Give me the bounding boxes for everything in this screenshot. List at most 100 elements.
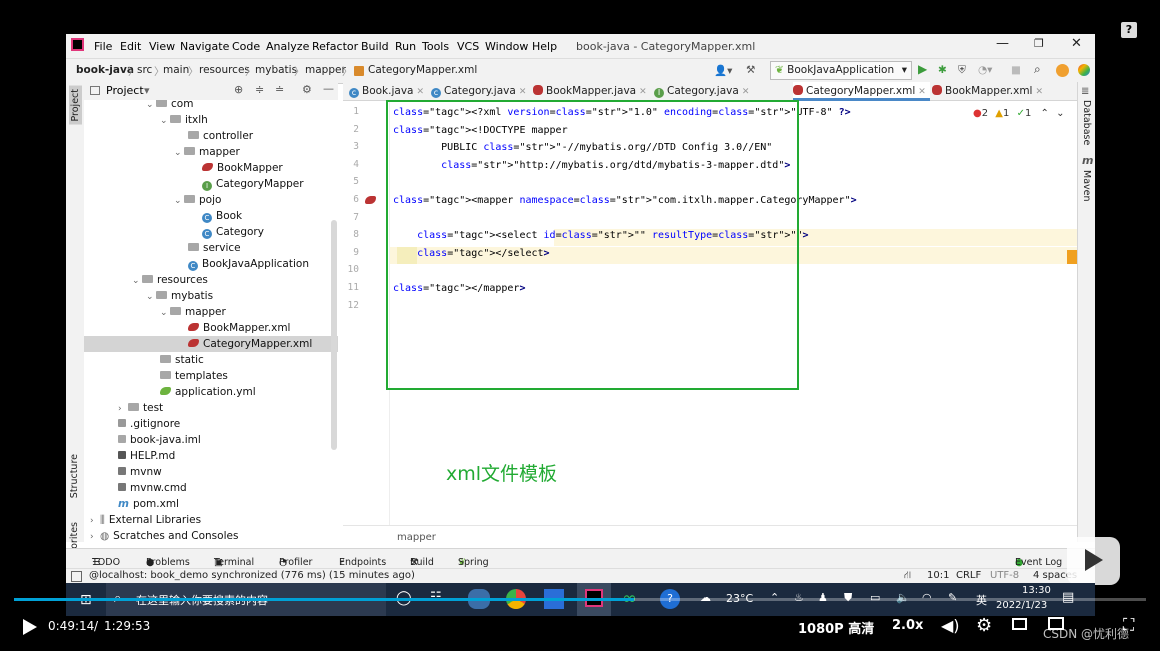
gear-icon[interactable]: ⚙ — [302, 83, 312, 96]
tab-bookmapper-java[interactable]: BookMapper.java ✕ — [533, 82, 647, 100]
menu-vcs[interactable]: VCS — [457, 40, 479, 53]
status-message[interactable]: @localhost: book_demo synchronized (776 … — [89, 570, 415, 581]
line-separator[interactable]: CRLF — [956, 570, 981, 581]
tree-item-pojo[interactable]: ⌄ pojo — [174, 192, 221, 208]
tree-item-bookmapper[interactable]: BookMapper — [202, 160, 283, 176]
menu-help[interactable]: Help — [532, 40, 557, 53]
previous-highlight-icon[interactable]: ⌃ — [1041, 108, 1049, 119]
menu-build[interactable]: Build — [361, 40, 389, 53]
menu-view[interactable]: View — [149, 40, 175, 53]
menu-tools[interactable]: Tools — [422, 40, 449, 53]
database-tool-tab[interactable]: Database — [1081, 100, 1092, 145]
minimize-icon[interactable]: — — [996, 36, 1009, 51]
hide-panel-icon[interactable]: — — [323, 82, 334, 95]
debug-icon[interactable]: ✱ — [938, 64, 947, 76]
clock-date[interactable]: 2022/1/23 — [996, 600, 1047, 611]
tree-item-help-md[interactable]: HELP.md — [118, 448, 175, 464]
caret-position[interactable]: 10:1 — [927, 570, 949, 581]
volume-icon[interactable]: ◀) — [941, 616, 960, 635]
help-badge[interactable]: ? — [1121, 22, 1137, 38]
video-overlay-play-button[interactable] — [1067, 537, 1120, 585]
maven-tool-tab[interactable]: Maven — [1081, 170, 1092, 202]
locate-icon[interactable]: ⊕ — [234, 83, 243, 96]
code-editor[interactable]: 1 2 3 4 5 6 7 8 9 10 11 12 class="tagc">… — [343, 100, 1077, 525]
tree-item-book[interactable]: C Book — [202, 208, 242, 224]
tree-item-test[interactable]: › test — [118, 400, 163, 416]
next-highlight-icon[interactable]: ⌄ — [1056, 108, 1064, 119]
tree-scrollbar[interactable] — [331, 220, 337, 450]
play-icon[interactable] — [23, 619, 37, 635]
user-icon[interactable]: 👤▾ — [714, 64, 732, 77]
tree-item-gitignore[interactable]: .gitignore — [118, 416, 180, 432]
tree-item-itxlh[interactable]: ⌄ itxlh — [160, 112, 208, 128]
breadcrumb-src[interactable]: src — [137, 64, 152, 76]
tree-item-bookjavaapplication[interactable]: C BookJavaApplication — [188, 256, 309, 272]
breadcrumb-resources[interactable]: resources — [199, 64, 250, 76]
pip-icon[interactable] — [1012, 618, 1027, 630]
tree-item-static[interactable]: static — [160, 352, 204, 368]
menu-navigate[interactable]: Navigate — [180, 40, 229, 53]
hammer-icon[interactable]: ⚒ — [746, 64, 755, 76]
tree-item-pom-xml[interactable]: m pom.xml — [118, 496, 179, 512]
mybatis-gutter-icon[interactable] — [365, 196, 376, 204]
project-tool-tab[interactable]: Project — [69, 86, 82, 125]
update-icon[interactable] — [1056, 64, 1069, 77]
close-icon[interactable]: ✕ — [639, 87, 647, 97]
expand-all-icon[interactable]: ≑ — [255, 83, 264, 96]
coverage-icon[interactable]: ⛨ — [958, 64, 966, 77]
fullscreen-icon[interactable]: ⛶ — [1123, 615, 1134, 635]
tab-category-java[interactable]: c Category.java ✕ — [431, 82, 526, 100]
stop-icon[interactable]: ■ — [1011, 64, 1021, 76]
tree-item-iml[interactable]: book-java.iml — [118, 432, 201, 448]
tab-category-java-2[interactable]: I Category.java ✕ — [654, 82, 749, 100]
project-view-select[interactable]: Project — [106, 84, 144, 97]
tree-item-categorymapper[interactable]: I CategoryMapper — [202, 176, 304, 192]
menu-window[interactable]: Window — [485, 40, 528, 53]
tree-item-application-yml[interactable]: application.yml — [160, 384, 256, 400]
close-icon[interactable]: ✕ — [918, 87, 926, 97]
menu-refactor[interactable]: Refactor — [312, 40, 358, 53]
tree-item-com[interactable]: ⌄ com — [146, 100, 193, 112]
close-icon[interactable]: ✕ — [1071, 36, 1082, 51]
tree-item-service[interactable]: service — [188, 240, 241, 256]
inspection-widget[interactable]: ●2 ▲1 ✓1 ⌃ ⌄ — [973, 108, 1064, 119]
tree-item-categorymapper-xml[interactable]: CategoryMapper.xml — [84, 336, 338, 352]
collapse-all-icon[interactable]: ≐ — [275, 83, 284, 96]
close-icon[interactable]: ✕ — [416, 87, 424, 97]
tree-item-scratches[interactable]: › ◍ Scratches and Consoles — [90, 528, 238, 543]
clock-time[interactable]: 13:30 — [1022, 585, 1051, 596]
warning-stripe-marker[interactable] — [1067, 250, 1077, 264]
tree-item-bookmapper-xml[interactable]: BookMapper.xml — [188, 320, 290, 336]
breadcrumb-mapper[interactable]: mapper — [305, 64, 346, 76]
close-icon[interactable]: ✕ — [742, 87, 750, 97]
tree-item-external-libraries[interactable]: › ⫼ External Libraries — [90, 512, 201, 528]
menu-file[interactable]: File — [94, 40, 112, 53]
editor-breadcrumb[interactable]: mapper — [397, 532, 436, 543]
menu-edit[interactable]: Edit — [120, 40, 141, 53]
tab-categorymapper-xml[interactable]: CategoryMapper.xml ✕ — [793, 82, 930, 101]
tree-item-controller[interactable]: controller — [188, 128, 253, 144]
tree-item-mapper-dir[interactable]: ⌄ mapper — [160, 304, 226, 320]
run-icon[interactable]: ▶ — [918, 62, 927, 76]
tree-item-resources[interactable]: ⌄ resources — [132, 272, 208, 288]
menu-analyze[interactable]: Analyze — [266, 40, 309, 53]
profile-icon[interactable]: ◔▾ — [978, 64, 992, 76]
tree-item-mvnw[interactable]: mvnw — [118, 464, 162, 480]
close-icon[interactable]: ✕ — [1035, 87, 1043, 97]
breadcrumb-mybatis[interactable]: mybatis — [255, 64, 297, 76]
run-config-select[interactable]: ❦ BookJavaApplication ▾ — [770, 61, 912, 80]
file-encoding[interactable]: UTF-8 — [990, 570, 1019, 581]
close-icon[interactable]: ✕ — [519, 87, 527, 97]
tree-item-templates[interactable]: templates — [160, 368, 228, 384]
menu-code[interactable]: Code — [232, 40, 260, 53]
maximize-icon[interactable]: ❐ — [1034, 37, 1044, 50]
breadcrumb-main[interactable]: main — [163, 64, 189, 76]
tab-bookmapper-xml[interactable]: BookMapper.xml ✕ — [932, 82, 1043, 100]
settings-gear-icon[interactable]: ⚙ — [976, 615, 992, 636]
tab-book-java[interactable]: c Book.java ✕ — [349, 82, 424, 100]
structure-tool-tab[interactable]: Structure — [69, 454, 80, 498]
breadcrumb-project[interactable]: book-java — [76, 64, 134, 76]
tree-item-category[interactable]: C Category — [202, 224, 264, 240]
speed-selector[interactable]: 2.0x — [892, 618, 923, 633]
status-layout-icon[interactable] — [71, 571, 82, 582]
